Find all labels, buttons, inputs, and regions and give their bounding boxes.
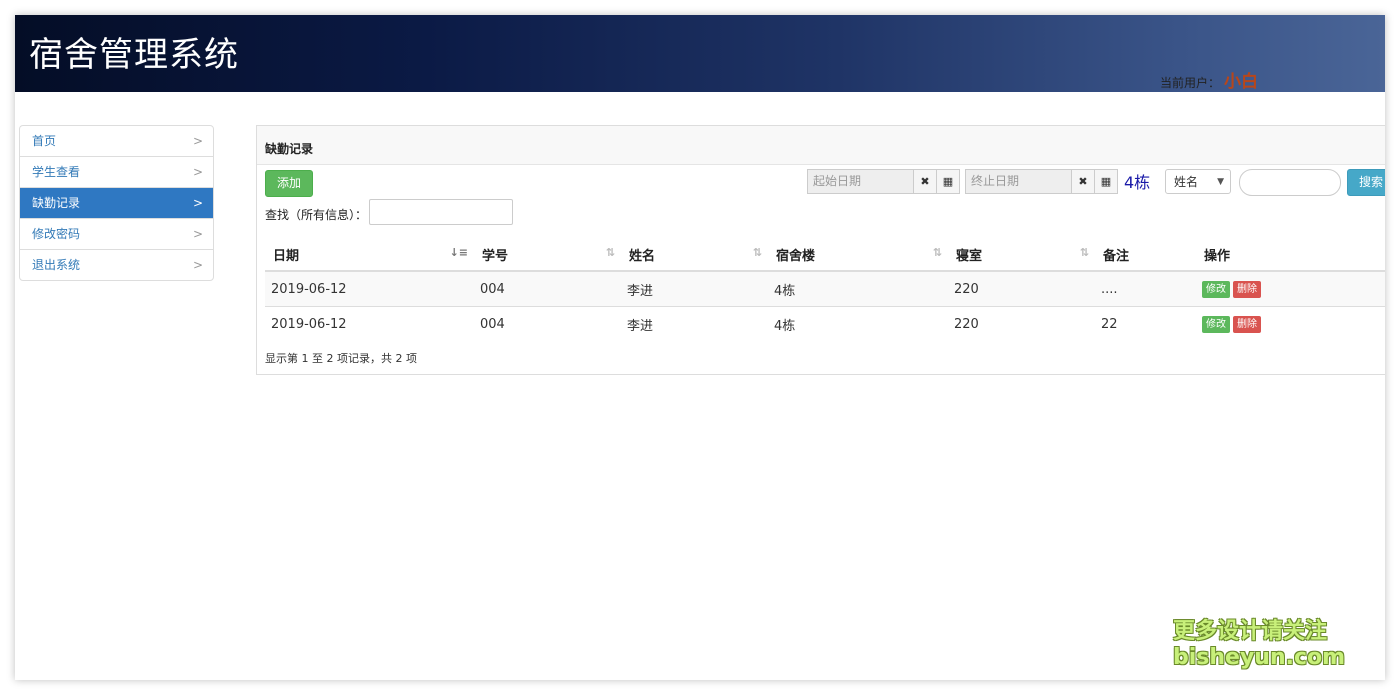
edit-button[interactable]: 修改 [1202, 315, 1230, 333]
panel-header: 缺勤记录 [257, 126, 1385, 165]
cell-name: 李进 [621, 306, 768, 341]
sidebar-item-label: 修改密码 [32, 227, 81, 241]
column-header-label: 操作 [1204, 248, 1231, 264]
absence-panel: 缺勤记录 添加 起始日期 ✖ ▦ 终止日期 ✖ ▦ 4栋 姓名 ▼ 搜索 查找（… [256, 125, 1385, 375]
sort-icon[interactable]: ⇅ [1080, 246, 1089, 259]
cell-building: 4栋 [768, 270, 948, 307]
column-header-label: 寝室 [956, 248, 983, 264]
cell-date: 2019-06-12 [265, 270, 474, 307]
chevron-right-icon: > [192, 165, 203, 179]
start-date-input[interactable]: 起始日期 [807, 169, 914, 194]
watermark: 更多设计请关注 bisheyun.com [1173, 619, 1345, 671]
chevron-right-icon: > [192, 134, 203, 148]
chevron-down-icon: ▼ [1217, 177, 1224, 187]
chevron-right-icon: > [192, 227, 203, 241]
column-header-date[interactable]: 日期 ↓≡ [265, 238, 474, 272]
column-header-label: 宿舍楼 [776, 248, 816, 264]
table-header-row: 日期 ↓≡ 学号 ⇅ 姓名 ⇅ 宿舍楼 ⇅ 寝室 ⇅ 备注 操作 [265, 238, 1385, 272]
column-header-note: 备注 [1095, 238, 1196, 272]
find-input[interactable] [369, 199, 513, 225]
building-label: 4栋 [1124, 173, 1151, 192]
end-date-input[interactable]: 终止日期 [965, 169, 1072, 194]
column-header-id[interactable]: 学号 ⇅ [474, 238, 621, 272]
sort-icon[interactable]: ⇅ [606, 246, 615, 259]
sidebar-item-label: 缺勤记录 [32, 196, 81, 210]
end-date-group: 终止日期 ✖ ▦ [965, 169, 1118, 194]
absence-table: 日期 ↓≡ 学号 ⇅ 姓名 ⇅ 宿舍楼 ⇅ 寝室 ⇅ 备注 操作 2019-06-12 0… [265, 238, 1385, 341]
watermark-line2: bisheyun.com [1173, 645, 1346, 670]
cell-note: 22 [1095, 306, 1196, 341]
edit-button[interactable]: 修改 [1202, 280, 1230, 298]
column-header-name[interactable]: 姓名 ⇅ [621, 238, 768, 272]
sort-desc-icon[interactable]: ↓≡ [450, 246, 468, 259]
panel-title: 缺勤记录 [265, 142, 314, 156]
chevron-right-icon: > [192, 196, 203, 210]
search-input[interactable] [1239, 169, 1341, 196]
sidebar-item-label: 退出系统 [32, 258, 81, 272]
table-row: 2019-06-12 004 李进 4栋 220 22 修改 删除 [265, 306, 1385, 341]
search-button[interactable]: 搜索 [1347, 169, 1385, 196]
filter-select[interactable]: 姓名 ▼ [1165, 169, 1231, 194]
chevron-right-icon: > [192, 258, 203, 272]
cell-room: 220 [948, 270, 1095, 307]
cell-room: 220 [948, 306, 1095, 341]
sidebar-item-home[interactable]: 首页 > [20, 126, 213, 156]
column-header-building[interactable]: 宿舍楼 ⇅ [768, 238, 948, 272]
sidebar-item-absence[interactable]: 缺勤记录 > [20, 187, 213, 218]
column-header-room[interactable]: 寝室 ⇅ [948, 238, 1095, 272]
column-header-label: 学号 [482, 248, 509, 264]
column-header-label: 姓名 [629, 248, 656, 264]
sidebar-item-label: 学生查看 [32, 165, 81, 179]
current-user-label: 当前用户： [1160, 76, 1221, 90]
cell-building: 4栋 [768, 306, 948, 341]
sidebar-menu: 首页 > 学生查看 > 缺勤记录 > 修改密码 > 退出系统 > [19, 125, 214, 281]
cell-id: 004 [474, 306, 621, 341]
column-header-label: 备注 [1103, 248, 1130, 264]
watermark-line1: 更多设计请关注 [1173, 619, 1328, 644]
sidebar-item-password[interactable]: 修改密码 > [20, 218, 213, 249]
cell-name: 李进 [621, 270, 768, 307]
app-title: 宿舍管理系统 [29, 35, 239, 75]
calendar-icon[interactable]: ▦ [1095, 169, 1118, 194]
find-label: 查找（所有信息）： [265, 208, 368, 222]
table-row: 2019-06-12 004 李进 4栋 220 .... 修改 删除 [265, 270, 1385, 307]
sidebar-item-logout[interactable]: 退出系统 > [20, 249, 213, 280]
sidebar-item-students[interactable]: 学生查看 > [20, 156, 213, 187]
cell-date: 2019-06-12 [265, 306, 474, 341]
calendar-icon[interactable]: ▦ [937, 169, 960, 194]
table-info: 显示第 1 至 2 项记录，共 2 项 [265, 352, 417, 365]
delete-button[interactable]: 删除 [1233, 280, 1261, 298]
cell-id: 004 [474, 270, 621, 307]
add-button[interactable]: 添加 [265, 170, 313, 197]
app-window: 宿舍管理系统 当前用户： 小白 首页 > 学生查看 > 缺勤记录 > 修改密码 > 退出系… [15, 15, 1385, 680]
clear-icon[interactable]: ✖ [1072, 169, 1095, 194]
header-banner: 宿舍管理系统 当前用户： 小白 [15, 15, 1385, 92]
sidebar-item-label: 首页 [32, 134, 57, 148]
filter-select-value: 姓名 [1174, 175, 1199, 189]
column-header-label: 日期 [273, 248, 300, 264]
sort-icon[interactable]: ⇅ [753, 246, 762, 259]
delete-button[interactable]: 删除 [1233, 315, 1261, 333]
current-user-name: 小白 [1224, 72, 1259, 92]
start-date-group: 起始日期 ✖ ▦ [807, 169, 960, 194]
column-header-actions: 操作 [1196, 238, 1385, 272]
cell-actions: 修改 删除 [1196, 270, 1385, 307]
cell-note: .... [1095, 270, 1196, 307]
cell-actions: 修改 删除 [1196, 306, 1385, 341]
current-user: 当前用户： 小白 [1160, 67, 1258, 92]
sort-icon[interactable]: ⇅ [933, 246, 942, 259]
clear-icon[interactable]: ✖ [914, 169, 937, 194]
